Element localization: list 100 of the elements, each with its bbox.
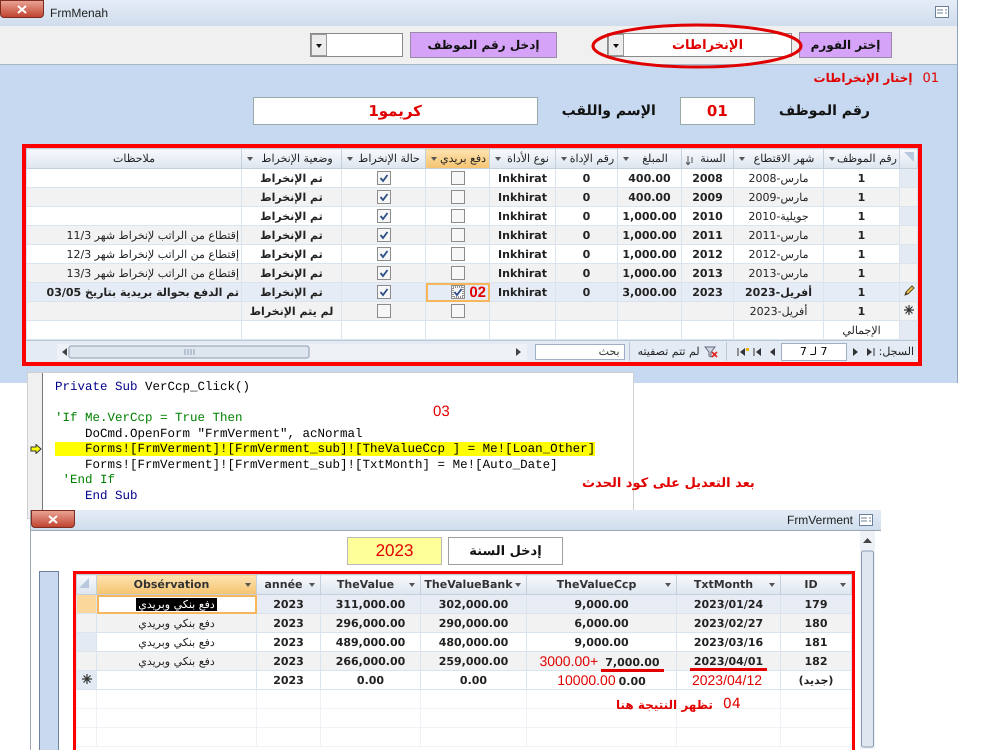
checkbox[interactable] [376, 190, 390, 204]
close-button[interactable] [0, 0, 44, 18]
table-cell: 2023 [273, 674, 304, 686]
record-position-field[interactable]: 7 لـ 7 [780, 342, 847, 360]
horizontal-scrollbar[interactable] [56, 344, 527, 360]
column-header[interactable]: المبلغ [618, 148, 682, 168]
table-cell: 1,000.00 [618, 226, 682, 244]
new-record-button[interactable] [736, 346, 749, 356]
input-field[interactable]: كريمو1 [252, 97, 538, 125]
table-cell: 0.00 [460, 674, 488, 686]
table-cell: 0 [556, 188, 618, 206]
column-header[interactable]: TheValueCcp [526, 574, 676, 594]
table-cell: 296,000.00 [336, 616, 406, 630]
checkbox[interactable] [376, 209, 390, 223]
checkbox[interactable] [376, 247, 390, 261]
table-cell: 2009 [682, 188, 734, 206]
dropdown-button[interactable] [608, 34, 624, 56]
annotation-number: 01 [922, 71, 939, 88]
table-cell: تم الإنخراط [242, 264, 342, 282]
table-cell: 7,000.00 [601, 656, 664, 672]
annotation: 10000.00 [557, 672, 616, 688]
table-cell: 0 [556, 282, 618, 302]
table-cell: 2023 [682, 282, 734, 302]
checkbox[interactable] [450, 209, 464, 223]
checkbox[interactable] [450, 171, 464, 185]
table-cell: تم الإنخراط [242, 282, 342, 302]
table-cell: مارس-2011 [734, 226, 824, 244]
dropdown-arrow-icon [768, 582, 776, 588]
column-header[interactable]: TxtMonth [676, 574, 780, 594]
search-field[interactable]: بحث [534, 344, 625, 360]
code-line: Private Sub VerCcp_Click() [55, 380, 250, 394]
column-header[interactable]: حالة الإنخراط [342, 148, 426, 168]
record-selector[interactable] [900, 302, 918, 320]
table-cell: 1 [824, 188, 900, 206]
checkbox[interactable] [450, 266, 464, 280]
table-cell: 1 [824, 302, 900, 320]
column-header[interactable]: وضعية الإنخراط [242, 148, 342, 168]
form-picker-button[interactable]: إختر الفورم [799, 32, 892, 58]
dropdown-arrow-icon [308, 582, 316, 588]
close-button[interactable] [31, 510, 75, 528]
dropdown-button[interactable] [311, 34, 327, 56]
dropdown-arrow-icon [408, 582, 416, 588]
checkbox[interactable] [376, 285, 390, 299]
column-header[interactable]: دفع بريدي [426, 148, 490, 168]
filter-button[interactable]: لم تتم تصفيته [628, 342, 727, 361]
table-cell: 1,000.00 [618, 264, 682, 282]
vertical-scrollbar[interactable] [860, 531, 875, 749]
table-cell: دفع بنكي وبريدي [138, 636, 215, 648]
column-header[interactable]: TheValueBank [420, 574, 526, 594]
checkbox[interactable] [376, 266, 390, 280]
table-cell: 302,000.00 [438, 598, 508, 610]
column-header[interactable]: Obsérvation [96, 574, 256, 594]
record-selector[interactable] [76, 670, 96, 690]
column-header[interactable]: ID [780, 574, 852, 594]
table-cell: دفع بنكي وبريدي [138, 616, 215, 630]
column-header[interactable]: شهر الاقتطاع [734, 148, 824, 168]
code-line: 'If Me.VerCcp = True Then [55, 410, 243, 425]
table-cell: إقتطاع من الراتب لإنخراط شهر 11/3 [26, 226, 242, 244]
checkbox[interactable] [376, 171, 390, 185]
table-cell: Inkhirat [490, 264, 556, 282]
checkbox[interactable] [450, 247, 464, 261]
field-label: رقم الموظف [778, 103, 870, 119]
form-icon [859, 514, 873, 526]
column-header[interactable]: رقم الإداة [556, 148, 618, 168]
table-cell: 2023 [273, 598, 304, 610]
column-header[interactable]: نوع الأداة [490, 148, 556, 168]
table-cell: لم يتم الإنخراط [242, 302, 342, 320]
table-cell: 182 [804, 654, 828, 668]
table-cell: 9,000.00 [574, 636, 629, 648]
record-selector[interactable] [900, 282, 918, 302]
checkbox[interactable] [450, 285, 464, 299]
dropdown-arrow-icon [664, 582, 672, 588]
table-cell: Inkhirat [490, 282, 556, 302]
column-header[interactable]: رقم الموظف [824, 148, 900, 168]
column-header[interactable]: السنة [682, 148, 734, 168]
last-record-button[interactable] [752, 346, 763, 356]
table-cell: تم الإنخراط [242, 226, 342, 244]
table-cell: 9,000.00 [574, 598, 629, 610]
input-field[interactable]: 01 [680, 97, 755, 125]
checkbox[interactable] [450, 304, 464, 318]
column-header[interactable]: ملاحظات [26, 148, 242, 168]
year-field[interactable]: 2023 [347, 537, 442, 565]
table-cell: 3,000.00 [618, 282, 682, 302]
annotation-text: بعد التعديل على كود الحدث [582, 476, 755, 491]
dropdown-arrow-icon [839, 582, 847, 588]
table-cell: 2023 [273, 616, 304, 630]
table-cell: دفع بنكي وبريدي [136, 598, 217, 610]
column-header[interactable]: année [256, 574, 320, 594]
enter-year-button[interactable]: إدخل السنة [448, 537, 563, 565]
column-header[interactable]: TheValue [320, 574, 420, 594]
checkbox[interactable] [450, 190, 464, 204]
window-title: FrmVerment [786, 512, 853, 527]
first-record-button[interactable] [864, 346, 875, 356]
employee-picker-button[interactable]: إدخل رقم الموظف [410, 32, 557, 58]
table-cell: مارس-2013 [734, 264, 824, 282]
checkbox[interactable] [376, 228, 390, 242]
checkbox[interactable] [450, 228, 464, 242]
checkbox[interactable] [376, 304, 390, 318]
combo-box[interactable]: الإنخراطات [607, 33, 792, 57]
table-cell: Inkhirat [490, 188, 556, 206]
